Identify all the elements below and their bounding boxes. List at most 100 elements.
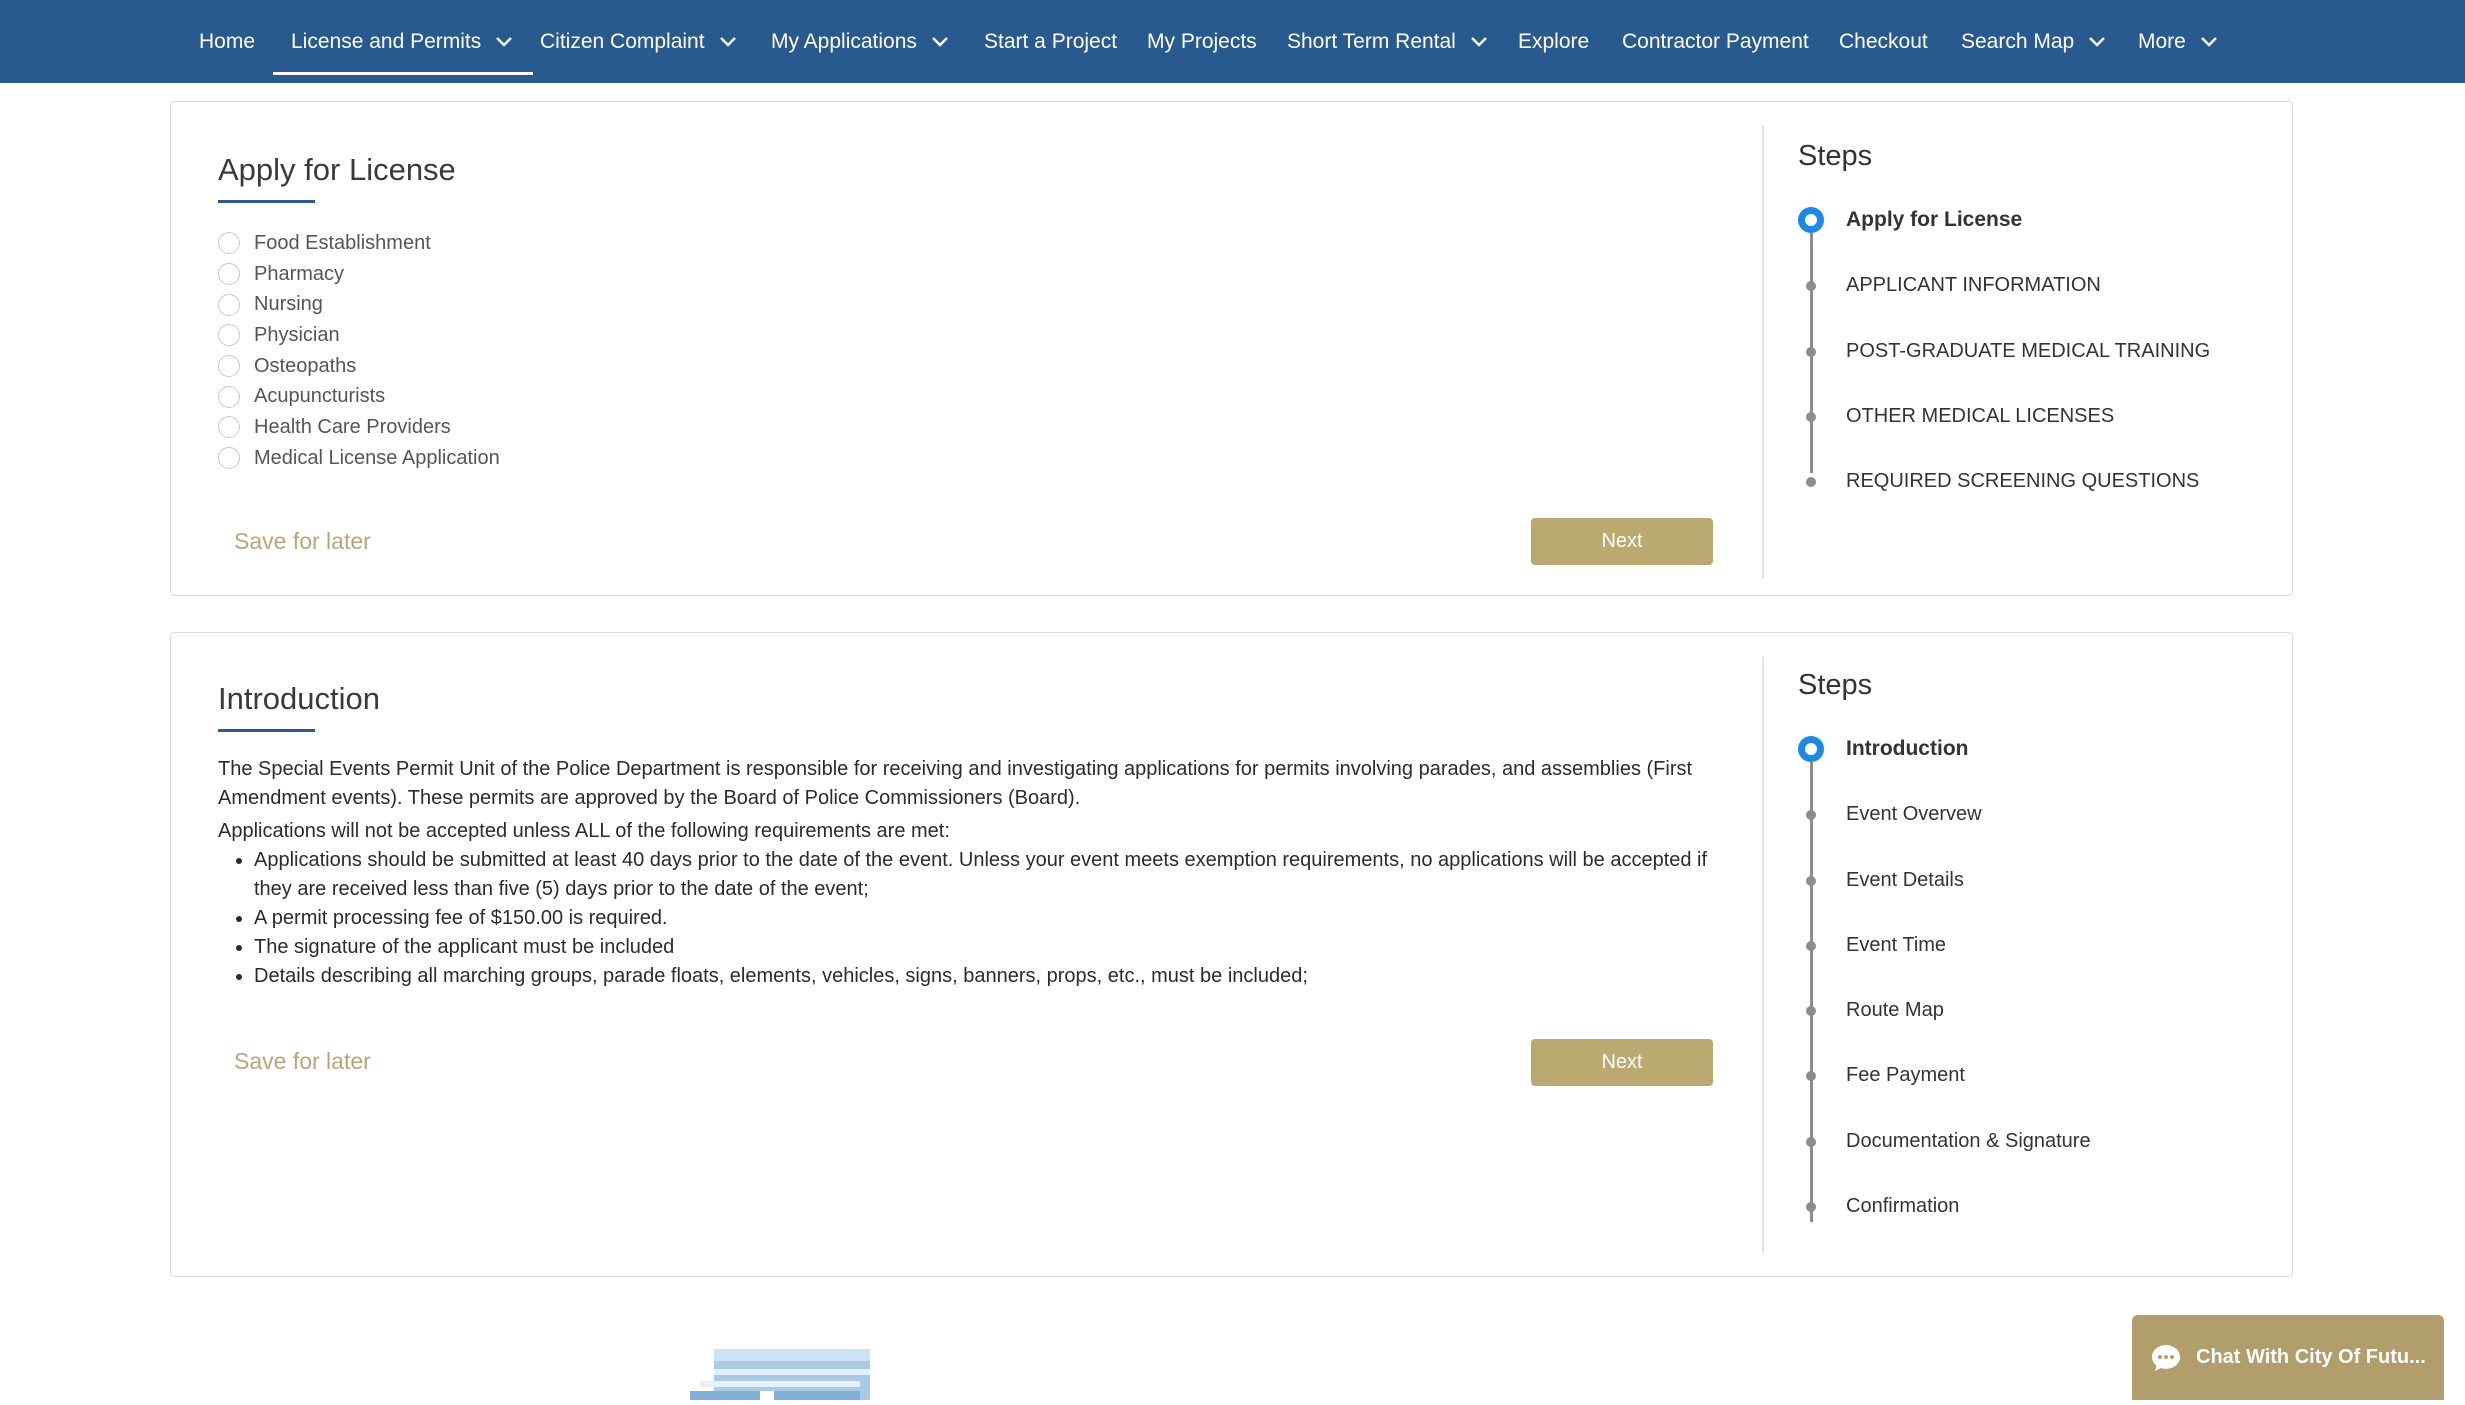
radio-button[interactable]	[218, 293, 240, 316]
step-current-marker-icon	[1798, 736, 1824, 762]
nav-short-term-rental[interactable]: Short Term Rental	[1287, 0, 1488, 83]
step-dot-icon	[1798, 997, 1824, 1023]
radio-option-acupuncturists[interactable]: Acupuncturists	[218, 381, 500, 412]
step-item-current[interactable]: Introduction	[1798, 732, 2091, 797]
chat-button[interactable]: Chat With City Of Futu...	[2132, 1315, 2444, 1400]
nav-label: License and Permits	[291, 29, 482, 53]
nav-more[interactable]: More	[2138, 0, 2218, 83]
step-label: POST-GRADUATE MEDICAL TRAINING	[1846, 339, 2211, 362]
step-label: Apply for License	[1846, 208, 2023, 231]
step-dot-icon	[1798, 867, 1824, 893]
introduction-text: The Special Events Permit Unit of the Po…	[218, 755, 1728, 991]
nav-label: Start a Project	[984, 29, 1118, 53]
step-label: Fee Payment	[1846, 1064, 1965, 1087]
section-title: Introduction	[218, 681, 380, 716]
step-item[interactable]: APPLICANT INFORMATION	[1798, 268, 2210, 333]
radio-option-physician[interactable]: Physician	[218, 320, 500, 351]
requirement-item: The signature of the applicant must be i…	[254, 933, 1728, 962]
step-dot-icon	[1798, 1128, 1824, 1154]
nav-explore[interactable]: Explore	[1518, 0, 1589, 83]
nav-my-projects[interactable]: My Projects	[1147, 0, 1257, 83]
nav-start-a-project[interactable]: Start a Project	[984, 0, 1117, 83]
radio-label: Nursing	[254, 293, 323, 316]
chevron-down-icon	[719, 36, 737, 48]
step-item[interactable]: Event Details	[1798, 863, 2091, 928]
next-button[interactable]: Next	[1531, 1039, 1713, 1086]
radio-label: Medical License Application	[254, 446, 500, 469]
steps-list: Apply for License APPLICANT INFORMATION …	[1798, 203, 2210, 529]
nav-home[interactable]: Home	[199, 0, 255, 83]
vertical-divider	[1762, 126, 1764, 578]
requirement-item: A permit processing fee of $150.00 is re…	[254, 904, 1728, 933]
introduction-card: Introduction The Special Events Permit U…	[170, 632, 2293, 1277]
step-label: Introduction	[1846, 737, 1969, 760]
radio-option-osteopaths[interactable]: Osteopaths	[218, 351, 500, 382]
nav-label: Citizen Complaint	[540, 29, 705, 53]
step-item[interactable]: Event Time	[1798, 928, 2091, 993]
step-dot-icon	[1798, 403, 1824, 429]
intro-paragraph: Applications will not be accepted unless…	[218, 820, 950, 842]
step-label: Event Details	[1846, 868, 1964, 891]
chevron-down-icon	[1470, 36, 1488, 48]
step-item[interactable]: Documentation & Signature	[1798, 1124, 2091, 1189]
nav-label: My Projects	[1147, 29, 1257, 53]
step-item[interactable]: Event Overvew	[1798, 797, 2091, 862]
nav-my-applications[interactable]: My Applications	[771, 0, 949, 83]
nav-search-map[interactable]: Search Map	[1961, 0, 2106, 83]
step-item[interactable]: REQUIRED SCREENING QUESTIONS	[1798, 464, 2210, 529]
step-item[interactable]: Route Map	[1798, 993, 2091, 1058]
nav-contractor-payment[interactable]: Contractor Payment	[1622, 0, 1809, 83]
radio-label: Acupuncturists	[254, 385, 386, 408]
step-dot-icon	[1798, 1193, 1824, 1219]
intro-paragraph: The Special Events Permit Unit of the Po…	[218, 758, 1693, 809]
next-button[interactable]: Next	[1531, 518, 1713, 565]
step-item[interactable]: Confirmation	[1798, 1189, 2091, 1254]
step-dot-icon	[1798, 338, 1824, 364]
steps-panel: Steps Apply for License APPLICANT INFORM…	[1798, 140, 2210, 529]
section-title: Apply for License	[218, 152, 456, 187]
chevron-down-icon	[2200, 36, 2218, 48]
radio-button[interactable]	[218, 447, 240, 470]
radio-option-pharmacy[interactable]: Pharmacy	[218, 259, 500, 290]
save-for-later-link[interactable]: Save for later	[234, 1048, 371, 1075]
radio-button[interactable]	[218, 385, 240, 408]
radio-button[interactable]	[218, 232, 240, 255]
radio-label: Pharmacy	[254, 262, 345, 285]
radio-button[interactable]	[218, 324, 240, 347]
nav-label: Home	[199, 29, 256, 53]
nav-label: Checkout	[1839, 29, 1928, 53]
nav-label: More	[2138, 29, 2186, 53]
radio-label: Health Care Providers	[254, 415, 451, 438]
nav-label: Search Map	[1961, 29, 2075, 53]
step-label: Route Map	[1846, 999, 1944, 1022]
nav-citizen-complaint[interactable]: Citizen Complaint	[540, 0, 737, 83]
title-underline	[218, 729, 315, 732]
save-for-later-link[interactable]: Save for later	[234, 528, 371, 555]
title-underline	[218, 200, 315, 203]
chevron-down-icon	[495, 36, 513, 48]
step-dot-icon	[1798, 801, 1824, 827]
radio-button[interactable]	[218, 355, 240, 378]
step-label: REQUIRED SCREENING QUESTIONS	[1846, 470, 2200, 493]
radio-button[interactable]	[218, 416, 240, 439]
steps-title: Steps	[1798, 669, 1873, 701]
step-label: Documentation & Signature	[1846, 1129, 2091, 1152]
step-label: Event Time	[1846, 933, 1947, 956]
radio-option-health-care-providers[interactable]: Health Care Providers	[218, 412, 500, 443]
nav-label: My Applications	[771, 29, 917, 53]
step-item[interactable]: OTHER MEDICAL LICENSES	[1798, 399, 2210, 464]
radio-label: Physician	[254, 323, 340, 346]
radio-button[interactable]	[218, 263, 240, 286]
nav-checkout[interactable]: Checkout	[1839, 0, 1928, 83]
radio-option-medical-license-application[interactable]: Medical License Application	[218, 443, 500, 474]
step-item[interactable]: Fee Payment	[1798, 1058, 2091, 1123]
step-item[interactable]: POST-GRADUATE MEDICAL TRAINING	[1798, 334, 2210, 399]
radio-option-food-establishment[interactable]: Food Establishment	[218, 228, 500, 259]
footer-illustration	[690, 1347, 870, 1400]
nav-license-and-permits[interactable]: License and Permits	[272, 0, 534, 83]
chevron-down-icon	[2088, 36, 2106, 48]
nav-label: Contractor Payment	[1622, 29, 1809, 53]
radio-option-nursing[interactable]: Nursing	[218, 289, 500, 320]
step-item-current[interactable]: Apply for License	[1798, 203, 2210, 268]
nav-label: Explore	[1518, 29, 1590, 53]
